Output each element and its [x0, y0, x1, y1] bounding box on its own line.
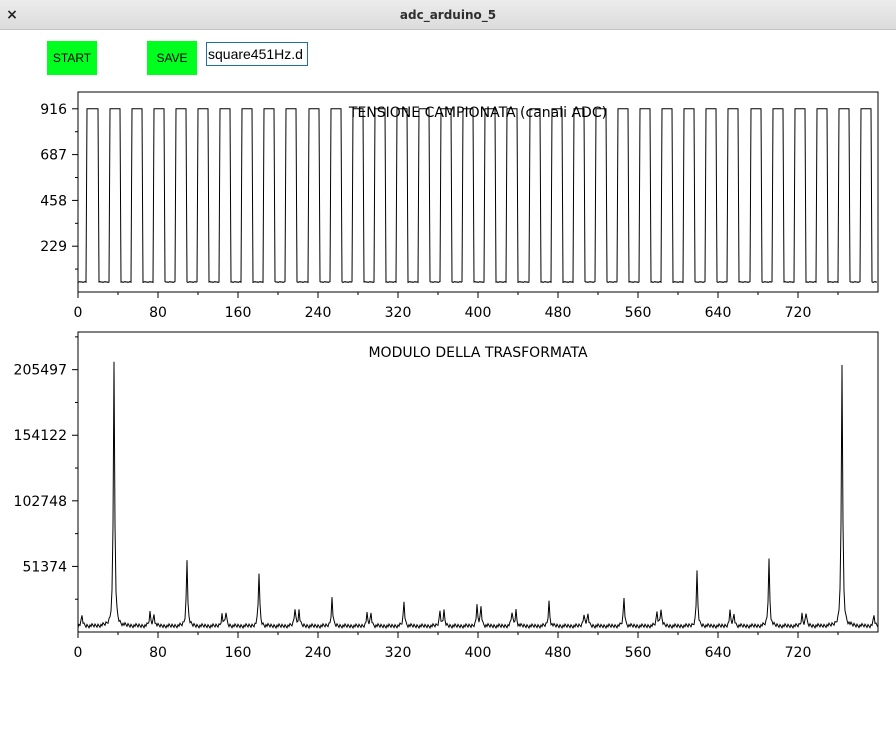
y-tick-label: 205497 [14, 363, 67, 379]
x-tick-label: 160 [225, 645, 252, 661]
y-tick-label: 51374 [22, 559, 67, 575]
x-tick-label: 480 [545, 645, 572, 661]
x-tick-label: 720 [785, 645, 812, 661]
x-tick-label: 560 [625, 645, 652, 661]
x-tick-label: 320 [385, 305, 412, 321]
x-tick-label: 640 [705, 645, 732, 661]
x-tick-label: 80 [149, 645, 167, 661]
x-tick-label: 480 [545, 305, 572, 321]
x-tick-label: 400 [465, 645, 492, 661]
y-tick-label: 102748 [14, 494, 67, 510]
y-tick-label: 229 [40, 239, 67, 255]
x-tick-label: 160 [225, 305, 252, 321]
x-tick-label: 80 [149, 305, 167, 321]
voltage-plot: TENSIONE CAMPIONATA (canali ADC) 0 80 160 2… [40, 91, 879, 321]
plots-canvas: TENSIONE CAMPIONATA (canali ADC) 0 80 160 2… [14, 91, 879, 661]
y-tick-label: 154122 [14, 428, 67, 444]
x-tick-label: 640 [705, 305, 732, 321]
x-tick-label: 0 [74, 645, 83, 661]
x-tick-label: 400 [465, 305, 492, 321]
x-tick-label: 240 [305, 305, 332, 321]
voltage-plot-title: TENSIONE CAMPIONATA (canali ADC) [348, 105, 607, 121]
x-tick-label: 320 [385, 645, 412, 661]
y-tick-label: 916 [40, 102, 67, 118]
fft-plot-title: MODULO DELLA TRASFORMATA [368, 345, 587, 361]
x-tick-label: 0 [74, 305, 83, 321]
x-tick-label: 720 [785, 305, 812, 321]
fft-plot: MODULO DELLA TRASFORMATA 0 80 160 240 320 400… [14, 331, 879, 661]
x-tick-label: 240 [305, 645, 332, 661]
fft-plot-frame [77, 331, 879, 633]
y-tick-label: 458 [40, 193, 67, 209]
x-tick-label: 560 [625, 305, 652, 321]
y-tick-label: 687 [40, 148, 67, 164]
